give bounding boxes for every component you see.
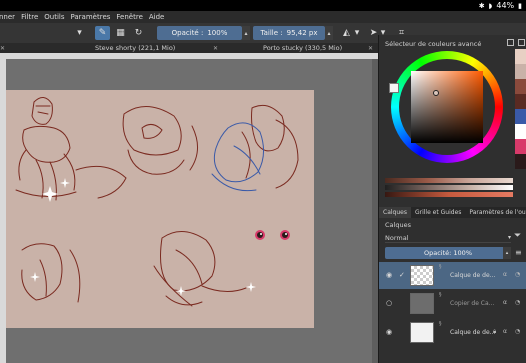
color-shade-bar-2[interactable] xyxy=(385,185,513,190)
canvas-area[interactable] xyxy=(0,53,378,363)
alpha-icon[interactable]: α xyxy=(503,271,507,278)
eye-icon[interactable]: ◉ xyxy=(386,271,392,279)
layers-title: Calques xyxy=(385,221,411,229)
wifi-icon: ◗ xyxy=(488,1,493,10)
tab-porto-stucky[interactable]: Porto stucky (330,5 Mio) xyxy=(263,43,342,53)
tab-layers[interactable]: Calques xyxy=(379,207,411,218)
color-shade-bar-1[interactable] xyxy=(385,178,513,183)
tab-close-steve[interactable]: ✕ xyxy=(213,43,218,53)
close-docker-icon[interactable] xyxy=(518,39,525,46)
close-icon[interactable]: ✕ xyxy=(213,45,218,52)
tab-label: Porto stucky (330,5 Mio) xyxy=(263,44,343,52)
tab-previous[interactable]: ✕ xyxy=(0,43,5,53)
saturation-value-square[interactable] xyxy=(411,71,483,143)
bluetooth-icon: ✱ xyxy=(478,1,485,10)
filter-icon[interactable]: ⏷ xyxy=(514,231,521,241)
opacity-label: Opacité : xyxy=(171,29,204,37)
sketch-drawing xyxy=(15,97,299,307)
docker-tabs: Calques Grille et Guides Paramètres de l… xyxy=(379,207,526,218)
size-slider[interactable]: Taille : 95,42 px xyxy=(253,26,325,40)
color-history-swatches[interactable] xyxy=(515,49,526,169)
alpha-icon[interactable]: α xyxy=(503,328,507,335)
layer-opacity-value: 100% xyxy=(453,249,472,257)
layer-row[interactable]: ◉ ✓ § Calque de de... α ◔ xyxy=(379,262,526,289)
menu-item-settings[interactable]: Paramètres xyxy=(70,13,110,21)
eraser-icon[interactable]: ✎ xyxy=(95,26,110,40)
canvas-paper[interactable] xyxy=(6,90,314,328)
menu-item-image[interactable]: nner xyxy=(0,13,15,21)
blend-mode-select[interactable]: Normal ▾ xyxy=(385,233,511,243)
menu-item-tools[interactable]: Outils xyxy=(44,13,64,21)
layer-opacity-slider[interactable]: Opacité: 100% xyxy=(385,247,511,259)
tab-label: Steve shorty (221,1 Mio) xyxy=(95,44,176,52)
inherit-alpha-icon[interactable]: ◔ xyxy=(515,328,520,335)
size-label: Taille : xyxy=(260,29,283,37)
opacity-stepper[interactable]: ▴ xyxy=(242,26,250,40)
layer-thumbnail xyxy=(410,293,434,314)
opacity-value: 100% xyxy=(207,29,228,37)
brush-dropdown-icon[interactable]: ▾ xyxy=(72,26,87,40)
layer-name[interactable]: Calque de de... xyxy=(450,329,495,336)
system-status-bar: ✱ ◗ 44% ▮ xyxy=(0,0,526,11)
alpha-lock-icon[interactable]: ▦ xyxy=(113,26,128,40)
eye-icon[interactable]: ◉ xyxy=(386,328,392,336)
color-cursor[interactable] xyxy=(433,90,439,96)
tab-tool-options[interactable]: Paramètres de l'outil xyxy=(465,207,526,218)
checkmark-icon[interactable]: ✓ xyxy=(399,271,405,279)
menu-item-help[interactable]: Aide xyxy=(149,13,164,21)
close-icon[interactable]: ✕ xyxy=(368,45,373,52)
mirror-dropdown-icon[interactable]: ▾ xyxy=(353,26,361,40)
alpha-icon[interactable]: α xyxy=(503,299,507,306)
layer-name[interactable]: Copier de Ca... xyxy=(450,300,494,307)
inherit-alpha-icon[interactable]: ◔ xyxy=(515,299,520,306)
menu-item-window[interactable]: Fenêtre xyxy=(116,13,142,21)
right-docker-panel: Sélecteur de couleurs avancé Calques Gri… xyxy=(378,35,526,363)
tab-grid-guides[interactable]: Grille et Guides xyxy=(411,207,465,218)
lock-icon[interactable]: 🔒︎ xyxy=(493,328,496,336)
layer-opacity-stepper[interactable]: ▴ xyxy=(503,247,511,259)
eye-hidden-icon[interactable]: ○ xyxy=(386,299,392,307)
layer-row[interactable]: ◉ § Calque de de... 🔒︎ α ◔ xyxy=(379,319,526,346)
layer-thumbnail xyxy=(410,265,434,286)
chevron-down-icon: ▾ xyxy=(507,234,511,241)
hamburger-menu-icon[interactable]: ≡ xyxy=(515,248,522,257)
reload-preset-icon[interactable]: ↻ xyxy=(131,26,146,40)
tab-close-porto[interactable]: ✕ xyxy=(368,43,373,53)
link-icon: § xyxy=(439,321,442,327)
color-selector-title: Sélecteur de couleurs avancé xyxy=(385,40,482,48)
document-tabs: ✕ Steve shorty (221,1 Mio) ✕ Porto stuck… xyxy=(0,43,380,53)
link-icon: § xyxy=(439,292,442,298)
size-stepper[interactable]: ▴ xyxy=(325,26,333,40)
layer-name[interactable]: Calque de de... xyxy=(450,272,495,279)
menu-item-filter[interactable]: Filtre xyxy=(21,13,38,21)
tab-steve-shorty[interactable]: Steve shorty (221,1 Mio) xyxy=(95,43,175,53)
inherit-alpha-icon[interactable]: ◔ xyxy=(515,271,520,278)
opacity-slider[interactable]: Opacité : 100% xyxy=(157,26,242,40)
close-icon[interactable]: ✕ xyxy=(0,45,5,52)
status-icons: ✱ ◗ 44% ▮ xyxy=(479,0,522,11)
layer-row[interactable]: ○ § Copier de Ca... α ◔ xyxy=(379,290,526,317)
mirror-horizontal-icon[interactable]: ◭ xyxy=(339,26,354,40)
color-shade-bar-3[interactable] xyxy=(385,192,513,197)
horizontal-ruler xyxy=(0,53,378,59)
float-docker-icon[interactable] xyxy=(507,39,514,46)
blend-mode-value: Normal xyxy=(385,233,409,242)
menu-bar: nner Filtre Outils Paramètres Fenêtre Ai… xyxy=(0,11,526,23)
foreground-color-swatch[interactable] xyxy=(389,83,399,93)
battery-icon: ▮ xyxy=(518,1,522,10)
layer-thumbnail xyxy=(410,322,434,343)
battery-level: 44% xyxy=(496,1,515,10)
link-icon: § xyxy=(439,264,442,270)
size-value: 95,42 px xyxy=(286,29,318,37)
layer-opacity-label: Opacité: xyxy=(423,249,452,257)
krita-app: ✱ ◗ 44% ▮ nner Filtre Outils Paramètres … xyxy=(0,0,526,363)
